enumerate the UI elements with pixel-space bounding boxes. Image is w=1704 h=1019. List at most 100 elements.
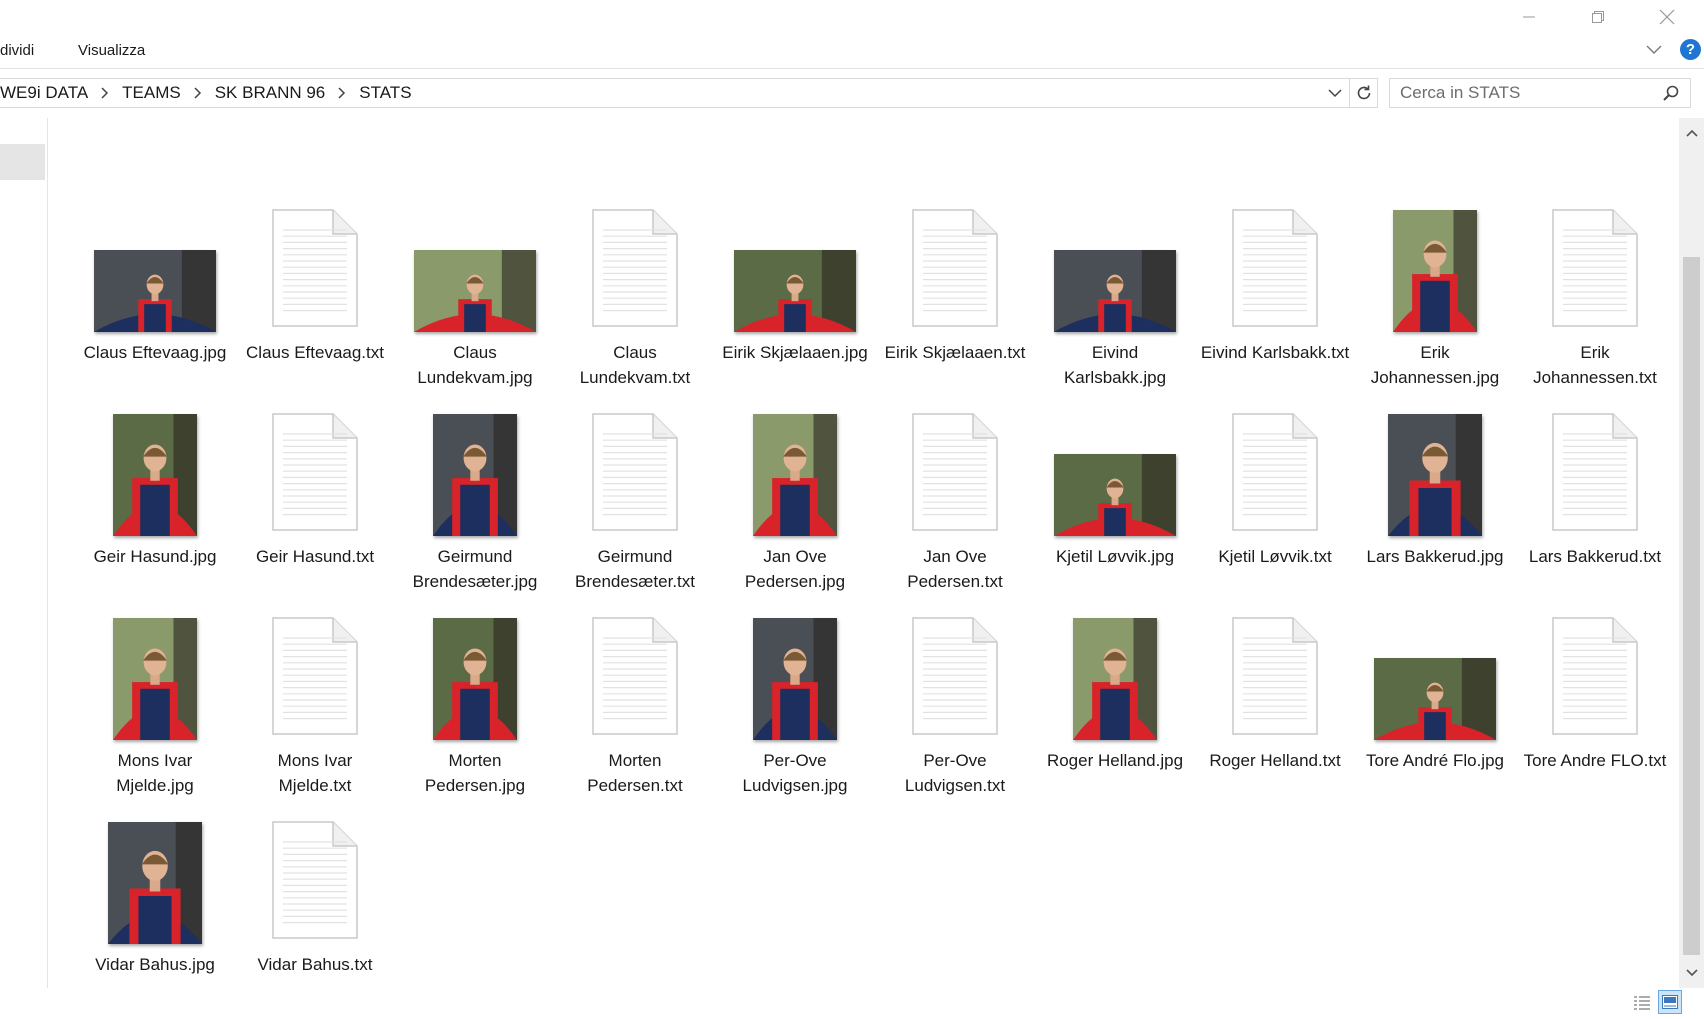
file-item-jpg[interactable]: Tore André Flo.jpg (1355, 606, 1515, 810)
file-item-txt[interactable]: Geir Hasund.txt (235, 402, 395, 606)
photo-thumbnail (1073, 618, 1157, 740)
photo-frame (753, 618, 837, 740)
file-item-jpg[interactable]: Kjetil Løvvik.jpg (1035, 402, 1195, 606)
file-item-txt[interactable]: Geirmund Brendesæter.txt (555, 402, 715, 606)
scroll-down-button[interactable] (1679, 958, 1704, 988)
photo-thumbnail (113, 618, 197, 740)
file-item-jpg[interactable]: Morten Pedersen.jpg (395, 606, 555, 810)
file-item-jpg[interactable]: Per-Ove Ludvigsen.jpg (715, 606, 875, 810)
file-name-label: Erik Johannessen.txt (1533, 343, 1657, 387)
ribbon (0, 36, 1704, 68)
minimize-button[interactable] (1494, 0, 1564, 34)
help-icon: ? (1685, 41, 1696, 58)
file-item-jpg[interactable]: Roger Helland.jpg (1035, 606, 1195, 810)
file-item-txt[interactable]: Morten Pedersen.txt (555, 606, 715, 810)
ribbon-tab-view[interactable]: Visualizza (78, 42, 145, 59)
file-item-txt[interactable]: Per-Ove Ludvigsen.txt (875, 606, 1035, 810)
file-item-txt[interactable]: Eivind Karlsbakk.txt (1195, 198, 1355, 402)
file-name-label: Roger Helland.jpg (1046, 751, 1184, 770)
file-item-jpg[interactable]: Mons Ivar Mjelde.jpg (75, 606, 235, 810)
address-bar[interactable]: WE9i DATA TEAMS SK BRANN 96 STATS (0, 78, 1378, 108)
breadcrumb-item[interactable]: WE9i DATA (0, 83, 88, 103)
file-item-jpg[interactable]: Lars Bakkerud.jpg (1355, 402, 1515, 606)
file-item-txt[interactable]: Roger Helland.txt (1195, 606, 1355, 810)
details-view-button[interactable] (1630, 990, 1654, 1014)
photo-frame (1374, 658, 1496, 740)
close-button[interactable] (1632, 0, 1702, 34)
search-input[interactable] (1400, 79, 1650, 107)
file-name-label: Jan Ove Pedersen.txt (907, 547, 1003, 591)
vertical-scrollbar[interactable] (1679, 118, 1704, 988)
file-item-txt[interactable]: Mons Ivar Mjelde.txt (235, 606, 395, 810)
file-item-jpg[interactable]: Erik Johannessen.jpg (1355, 198, 1515, 402)
text-document-icon (272, 413, 358, 531)
file-item-txt[interactable]: Kjetil Løvvik.txt (1195, 402, 1355, 606)
file-item-txt[interactable]: Claus Eftevaag.txt (235, 198, 395, 402)
scroll-up-button[interactable] (1679, 118, 1704, 148)
file-item-jpg[interactable]: Geir Hasund.jpg (75, 402, 235, 606)
file-item-txt[interactable]: Jan Ove Pedersen.txt (875, 402, 1035, 606)
scroll-thumb[interactable] (1683, 257, 1700, 955)
navigation-selected-item[interactable] (0, 144, 45, 180)
file-name-label: Erik Johannessen.jpg (1370, 343, 1500, 387)
text-document-icon (272, 821, 358, 939)
file-thumbnail (1035, 606, 1195, 740)
text-document-icon (1552, 209, 1638, 327)
file-item-jpg[interactable]: Vidar Bahus.jpg (75, 810, 235, 988)
details-view-icon (1634, 996, 1650, 1010)
breadcrumb-item-current[interactable]: STATS (359, 83, 411, 103)
file-thumbnail (555, 402, 715, 536)
file-item-jpg[interactable]: Eivind Karlsbakk.jpg (1035, 198, 1195, 402)
chevron-right-icon (194, 87, 201, 99)
file-name-label: Tore Andre FLO.txt (1523, 751, 1667, 770)
file-item-txt[interactable]: Erik Johannessen.txt (1515, 198, 1675, 402)
photo-frame (414, 250, 536, 332)
breadcrumb-separator[interactable] (88, 79, 122, 107)
text-document-icon (1232, 617, 1318, 735)
refresh-button[interactable] (1349, 79, 1378, 107)
breadcrumb-separator[interactable] (325, 79, 359, 107)
breadcrumb-item[interactable]: SK BRANN 96 (215, 83, 326, 103)
file-item-txt[interactable]: Tore Andre FLO.txt (1515, 606, 1675, 810)
file-item-txt[interactable]: Vidar Bahus.txt (235, 810, 395, 988)
file-item-jpg[interactable]: Claus Lundekvam.jpg (395, 198, 555, 402)
file-name-label: Claus Lundekvam.jpg (417, 343, 533, 387)
help-button[interactable]: ? (1680, 39, 1701, 60)
photo-frame (108, 822, 202, 944)
photo-frame (1388, 414, 1482, 536)
file-thumbnail (1515, 402, 1675, 536)
file-item-jpg[interactable]: Jan Ove Pedersen.jpg (715, 402, 875, 606)
file-item-jpg[interactable]: Geirmund Brendesæter.jpg (395, 402, 555, 606)
file-name-label: Roger Helland.txt (1209, 751, 1341, 770)
breadcrumb-item[interactable]: TEAMS (122, 83, 181, 103)
photo-frame (1393, 210, 1477, 332)
file-name-label: Kjetil Løvvik.txt (1218, 547, 1332, 566)
file-item-jpg[interactable]: Claus Eftevaag.jpg (75, 198, 235, 402)
large-icons-view-button[interactable] (1658, 990, 1682, 1014)
address-history-button[interactable] (1321, 79, 1349, 107)
text-document-icon (912, 209, 998, 327)
photo-frame (433, 414, 517, 536)
file-item-txt[interactable]: Eirik Skjælaaen.txt (875, 198, 1035, 402)
file-thumbnail (1355, 198, 1515, 332)
minimize-icon (1523, 16, 1535, 18)
search-box[interactable] (1389, 78, 1691, 108)
file-thumbnail (1355, 402, 1515, 536)
file-thumbnail (1035, 402, 1195, 536)
file-thumbnail (715, 402, 875, 536)
file-item-txt[interactable]: Claus Lundekvam.txt (555, 198, 715, 402)
restore-button[interactable] (1563, 0, 1633, 34)
expand-ribbon-button[interactable] (1646, 42, 1662, 60)
title-bar (0, 0, 1704, 36)
text-document-icon (592, 413, 678, 531)
photo-frame (1054, 250, 1176, 332)
search-icon[interactable] (1662, 84, 1680, 107)
file-item-jpg[interactable]: Eirik Skjælaaen.jpg (715, 198, 875, 402)
file-thumbnail (715, 198, 875, 332)
file-grid: Claus Eftevaag.jpg Claus Eftevaag.txt Clau… (75, 198, 1675, 988)
breadcrumb-separator[interactable] (181, 79, 215, 107)
photo-thumbnail (113, 414, 197, 536)
ribbon-tab-share[interactable]: dividi (0, 42, 34, 59)
text-document-icon (272, 209, 358, 327)
file-item-txt[interactable]: Lars Bakkerud.txt (1515, 402, 1675, 606)
